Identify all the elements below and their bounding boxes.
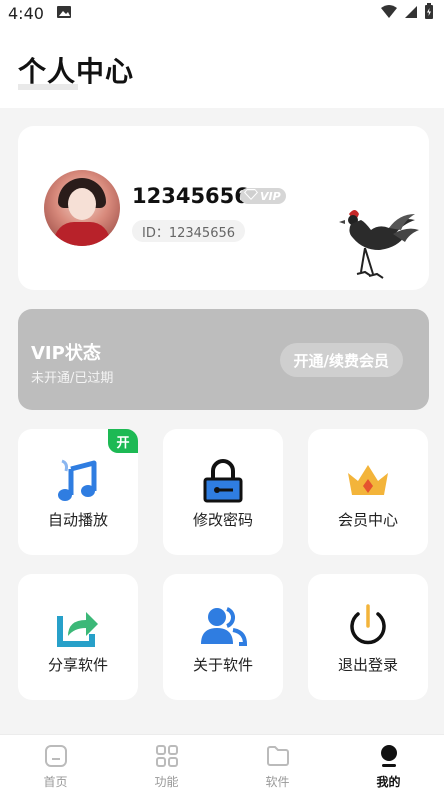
battery-icon bbox=[424, 3, 434, 23]
page-header: 个人中心 bbox=[0, 26, 444, 108]
share-icon bbox=[57, 612, 98, 647]
nav-label-profile: 我的 bbox=[376, 775, 401, 789]
bottom-nav: 首页 功能 软件 我的 bbox=[0, 734, 444, 798]
renew-membership-button[interactable]: 开通/续费会员 bbox=[279, 343, 403, 377]
status-time: 4:40 bbox=[8, 3, 44, 23]
tile-auto-play[interactable]: 开 自动播放 bbox=[18, 429, 138, 555]
tile-logout[interactable]: 退出登录 bbox=[308, 574, 428, 700]
vip-badge-label: VIP bbox=[260, 189, 281, 203]
tile-label: 退出登录 bbox=[337, 656, 398, 674]
tile-member-center[interactable]: 会员中心 bbox=[308, 429, 428, 555]
vip-badge: VIP bbox=[240, 188, 286, 204]
tile-label: 分享软件 bbox=[47, 656, 108, 674]
vip-status-subtitle: 未开通/已过期 bbox=[31, 371, 114, 386]
lock-icon bbox=[203, 459, 243, 503]
nav-item-software[interactable]: 软件 bbox=[222, 735, 333, 798]
status-bar: 4:40 bbox=[0, 0, 444, 26]
page-title: 个人中心 bbox=[18, 55, 135, 88]
auto-play-on-tag: 开 bbox=[108, 429, 138, 453]
user-id: ID：12345656 bbox=[132, 220, 246, 242]
tile-about-app[interactable]: 关于软件 bbox=[163, 574, 283, 700]
crown-icon bbox=[348, 465, 388, 495]
music-note-icon bbox=[58, 459, 97, 501]
tile-label: 会员中心 bbox=[337, 511, 398, 529]
nav-item-features[interactable]: 功能 bbox=[111, 735, 222, 798]
power-icon bbox=[350, 604, 386, 645]
tile-label: 修改密码 bbox=[192, 511, 253, 529]
nav-label-home: 首页 bbox=[43, 775, 68, 789]
folder-icon bbox=[266, 746, 289, 766]
image-notification-icon bbox=[56, 4, 72, 23]
tile-change-password[interactable]: 修改密码 bbox=[163, 429, 283, 555]
rooster-illustration bbox=[339, 210, 419, 279]
profile-icon bbox=[380, 745, 397, 767]
vip-status-card: VIP状态 未开通/已过期 开通/续费会员 bbox=[18, 309, 429, 410]
username: 12345656 bbox=[132, 184, 249, 208]
nav-label-software: 软件 bbox=[265, 775, 290, 789]
tile-share-app[interactable]: 分享软件 bbox=[18, 574, 138, 700]
diamond-icon bbox=[244, 189, 258, 203]
nav-item-home[interactable]: 首页 bbox=[0, 735, 111, 798]
signal-icon bbox=[404, 4, 418, 23]
tile-label: 自动播放 bbox=[47, 511, 108, 529]
home-icon bbox=[44, 745, 67, 767]
vip-status-title: VIP状态 bbox=[31, 343, 101, 364]
tile-label: 关于软件 bbox=[192, 656, 253, 674]
grid-icon bbox=[155, 745, 178, 767]
people-icon bbox=[201, 607, 247, 646]
nav-label-features: 功能 bbox=[154, 775, 179, 789]
profile-card[interactable]: 12345656 VIP ID：12345656 bbox=[18, 126, 429, 290]
avatar[interactable] bbox=[44, 170, 120, 246]
wifi-icon bbox=[380, 4, 398, 23]
nav-item-profile[interactable]: 我的 bbox=[333, 735, 444, 798]
